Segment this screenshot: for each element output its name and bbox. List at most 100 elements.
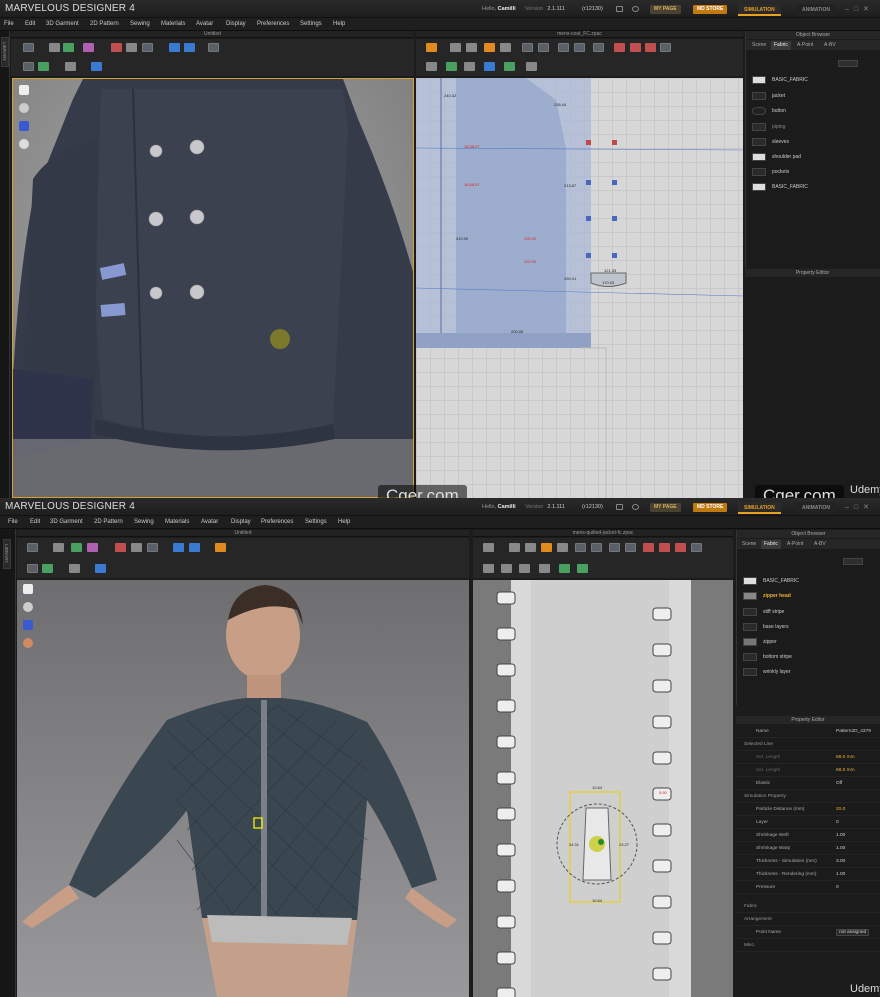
zipper-tool-icon[interactable] — [577, 564, 588, 573]
menu-display[interactable]: Display — [231, 519, 251, 525]
elastic-toggle[interactable]: Off — [836, 781, 842, 786]
garment-display-icon[interactable] — [23, 584, 33, 594]
menu-3d-garment[interactable]: 3D Garment — [46, 21, 79, 27]
buttonhole-icon[interactable] — [559, 564, 570, 573]
mail-icon[interactable] — [632, 504, 639, 510]
check-sewing-icon[interactable] — [660, 43, 671, 52]
graphic-2d-icon[interactable] — [519, 564, 530, 573]
topstitch-icon[interactable] — [69, 564, 80, 573]
texture-icon[interactable] — [23, 62, 34, 71]
garment-tool-icon[interactable] — [63, 43, 74, 52]
seam-line-icon[interactable] — [614, 43, 625, 52]
pin-tool-icon[interactable] — [115, 543, 126, 552]
free-sewing-icon[interactable] — [675, 543, 686, 552]
texture-icon[interactable] — [27, 564, 38, 573]
tab-fabric[interactable]: Fabric — [771, 41, 791, 50]
point-name-dropdown[interactable]: not assigned — [836, 929, 870, 936]
menu-sewing[interactable]: Sewing — [130, 21, 150, 27]
edit-pattern-icon[interactable] — [466, 43, 477, 52]
section-arrangement[interactable]: Arrangement — [736, 913, 880, 926]
graphic-2d-icon[interactable] — [464, 62, 475, 71]
internal-rectangle-icon[interactable] — [574, 43, 585, 52]
select-icon[interactable] — [53, 543, 64, 552]
fold-tool-icon[interactable] — [87, 543, 98, 552]
tab-fabric[interactable]: Fabric — [761, 540, 781, 549]
button-tool-icon[interactable] — [484, 62, 495, 71]
simulate-icon[interactable] — [27, 543, 38, 552]
segment-sewing-icon[interactable] — [659, 543, 670, 552]
texture-2d-icon[interactable] — [501, 564, 512, 573]
menu-preferences[interactable]: Preferences — [257, 21, 289, 27]
menu-edit[interactable]: Edit — [25, 21, 35, 27]
menu-settings[interactable]: Settings — [300, 21, 322, 27]
window-controls-icon[interactable]: –□✕ — [845, 503, 874, 511]
edit-pattern-icon[interactable] — [525, 543, 536, 552]
rectangle-icon[interactable] — [538, 43, 549, 52]
menu-file[interactable]: File — [4, 21, 14, 27]
menu-materials[interactable]: Materials — [161, 21, 185, 27]
polygon-icon[interactable] — [522, 43, 533, 52]
garment-display-icon[interactable] — [19, 85, 29, 95]
tack-tool-icon[interactable] — [131, 543, 142, 552]
md-store-button[interactable]: MD STORE — [693, 5, 728, 14]
check-sewing-icon[interactable] — [691, 543, 702, 552]
avatar-tool-icon[interactable] — [208, 43, 219, 52]
pants-icon[interactable] — [189, 543, 200, 552]
section-misc[interactable]: Misc. — [736, 939, 880, 952]
zipper-tool-icon[interactable] — [526, 62, 537, 71]
animation-mode-button[interactable]: ANIMATION — [796, 502, 836, 514]
add-point-icon[interactable] — [500, 43, 511, 52]
menu-preferences[interactable]: Preferences — [261, 519, 293, 525]
tshirt-icon[interactable] — [169, 43, 180, 52]
garment-tool-icon[interactable] — [71, 543, 82, 552]
skeleton-display-icon[interactable] — [23, 620, 33, 630]
avatar-head-icon[interactable] — [23, 638, 33, 648]
pin-tool-icon[interactable] — [111, 43, 122, 52]
menu-avatar[interactable]: Avatar — [196, 21, 213, 27]
menu-2d-pattern[interactable]: 2D Pattern — [90, 21, 119, 27]
button-tool-icon[interactable] — [539, 564, 550, 573]
refresh-icon[interactable] — [426, 43, 437, 52]
menu-help[interactable]: Help — [333, 21, 345, 27]
tab-a-bv[interactable]: A-BV — [821, 41, 839, 50]
avatar-display-icon[interactable] — [19, 103, 29, 113]
buttonhole-icon[interactable] — [504, 62, 515, 71]
simulation-mode-button[interactable]: SIMULATION — [738, 502, 781, 514]
my-page-button[interactable]: MY PAGE — [650, 5, 681, 14]
menu-materials[interactable]: Materials — [165, 519, 189, 525]
menu-avatar[interactable]: Avatar — [201, 519, 218, 525]
pattern-name-value[interactable]: Pattern2D_4379 — [836, 729, 871, 734]
menu-settings[interactable]: Settings — [305, 519, 327, 525]
simulation-mode-button[interactable]: SIMULATION — [738, 4, 781, 16]
skeleton-display-icon[interactable] — [19, 121, 29, 131]
menu-display[interactable]: Display — [226, 21, 246, 27]
2d-pattern-view[interactable]: 240.32 236.44 213.87 210.00 200.00 190.0… — [416, 78, 743, 498]
menu-edit[interactable]: Edit — [30, 519, 40, 525]
graphic-icon[interactable] — [42, 564, 53, 573]
internal-rectangle-icon[interactable] — [625, 543, 636, 552]
2d-pattern-view[interactable]: 10.64 24.31 23.27 10.64 5.50 — [473, 580, 733, 997]
menu-sewing[interactable]: Sewing — [134, 519, 154, 525]
3d-viewport[interactable] — [12, 78, 414, 498]
seam-line-icon[interactable] — [643, 543, 654, 552]
add-fabric-button[interactable] — [838, 60, 858, 67]
segment-sewing-icon[interactable] — [630, 43, 641, 52]
graphic-icon[interactable] — [38, 62, 49, 71]
edit-curvature-icon[interactable] — [541, 543, 552, 552]
section-fabric[interactable]: Fabric — [736, 900, 880, 913]
internal-polygon-icon[interactable] — [558, 43, 569, 52]
animation-mode-button[interactable]: ANIMATION — [796, 4, 836, 16]
md-store-button[interactable]: MD STORE — [693, 503, 728, 512]
menu-help[interactable]: Help — [338, 519, 350, 525]
menu-3d-garment[interactable]: 3D Garment — [50, 519, 83, 525]
library-tab[interactable]: LIBRARY — [1, 37, 9, 67]
select-icon[interactable] — [49, 43, 60, 52]
fold-tool-icon[interactable] — [83, 43, 94, 52]
library-tab[interactable]: LIBRARY — [3, 539, 11, 569]
rectangle-icon[interactable] — [591, 543, 602, 552]
section-simulation-property[interactable]: Simulation Property — [736, 790, 880, 803]
snapshot-icon[interactable] — [91, 62, 102, 71]
menu-2d-pattern[interactable]: 2D Pattern — [94, 519, 123, 525]
transform-pattern-icon[interactable] — [509, 543, 520, 552]
avatar-display-icon[interactable] — [23, 602, 33, 612]
